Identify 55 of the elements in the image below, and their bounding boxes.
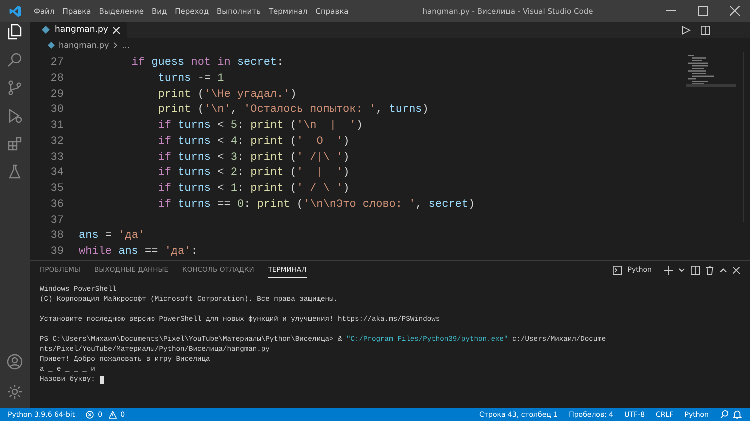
split-editor-icon[interactable] (701, 26, 710, 34)
chevron-up-icon[interactable] (720, 268, 727, 272)
chevron-right-icon (113, 42, 118, 48)
code-line: if turns == 0: print ('\n\nЭто слово: ', secret) (157, 198, 476, 213)
minimap-drawing (686, 54, 736, 90)
code-line: if guess not in secret: (130, 56, 284, 71)
code-line: if turns < 1: print (' / \ ') (157, 182, 350, 197)
close-icon[interactable] (113, 26, 120, 34)
line-number: 27 (50, 56, 64, 71)
breadcrumb-item[interactable]: ... (122, 40, 130, 50)
account-icon[interactable] (7, 354, 23, 370)
branch-icon[interactable] (7, 80, 23, 96)
line-number: 30 (50, 103, 64, 118)
search-icon[interactable] (7, 52, 23, 68)
line-number: 38 (50, 229, 64, 244)
line-number: 37 (50, 214, 64, 228)
files-icon[interactable] (7, 24, 23, 40)
bell-icon[interactable] (733, 410, 742, 419)
code-line: while ans == 'да': (79, 245, 198, 260)
error-icon (86, 410, 94, 418)
close-icon[interactable] (733, 266, 740, 274)
code-line: ans = 'да' (79, 229, 146, 244)
code-line: print ('\n', 'Осталось попыток: ', turns) (157, 103, 429, 118)
play-bug-icon[interactable] (7, 108, 23, 124)
trash-icon[interactable] (706, 266, 714, 274)
editor-tab[interactable]: hangman.py (30, 22, 128, 38)
blocks-icon[interactable] (7, 136, 23, 152)
app-logo-icon (9, 4, 22, 18)
code-line: if turns < 2: print (' | ') (157, 166, 350, 182)
terminal-icon (612, 266, 622, 274)
line-number: 28 (50, 72, 64, 87)
line-number: 39 (50, 245, 64, 260)
line-number: 35 (50, 182, 64, 197)
code-line: print ('\Не угадал.') (157, 88, 297, 102)
warning-icon (108, 410, 117, 418)
line-number: 32 (50, 134, 64, 150)
python-file-icon (48, 42, 55, 48)
line-number: 36 (50, 198, 64, 213)
code-line: turns -= 1 (157, 72, 224, 87)
line-number: 34 (50, 166, 64, 182)
split-terminal-icon[interactable] (691, 266, 700, 274)
play-icon[interactable] (682, 26, 691, 34)
settings-icon[interactable] (7, 384, 23, 400)
flask-icon[interactable] (7, 164, 23, 180)
maximize-icon[interactable] (698, 6, 708, 16)
close-icon[interactable] (730, 6, 740, 16)
code-line: if turns < 3: print (' /|\ ') (157, 150, 350, 166)
plus-icon[interactable] (664, 266, 673, 274)
code-line: if turns < 5: print ('\n | ') (157, 119, 363, 134)
chevron-down-icon[interactable] (679, 268, 685, 272)
code-line: if turns < 4: print (' O ') (157, 134, 350, 150)
breadcrumb-item[interactable]: hangman.py (59, 40, 110, 50)
line-number: 29 (50, 88, 64, 102)
line-number: 31 (50, 119, 64, 134)
line-number: 33 (50, 150, 64, 166)
